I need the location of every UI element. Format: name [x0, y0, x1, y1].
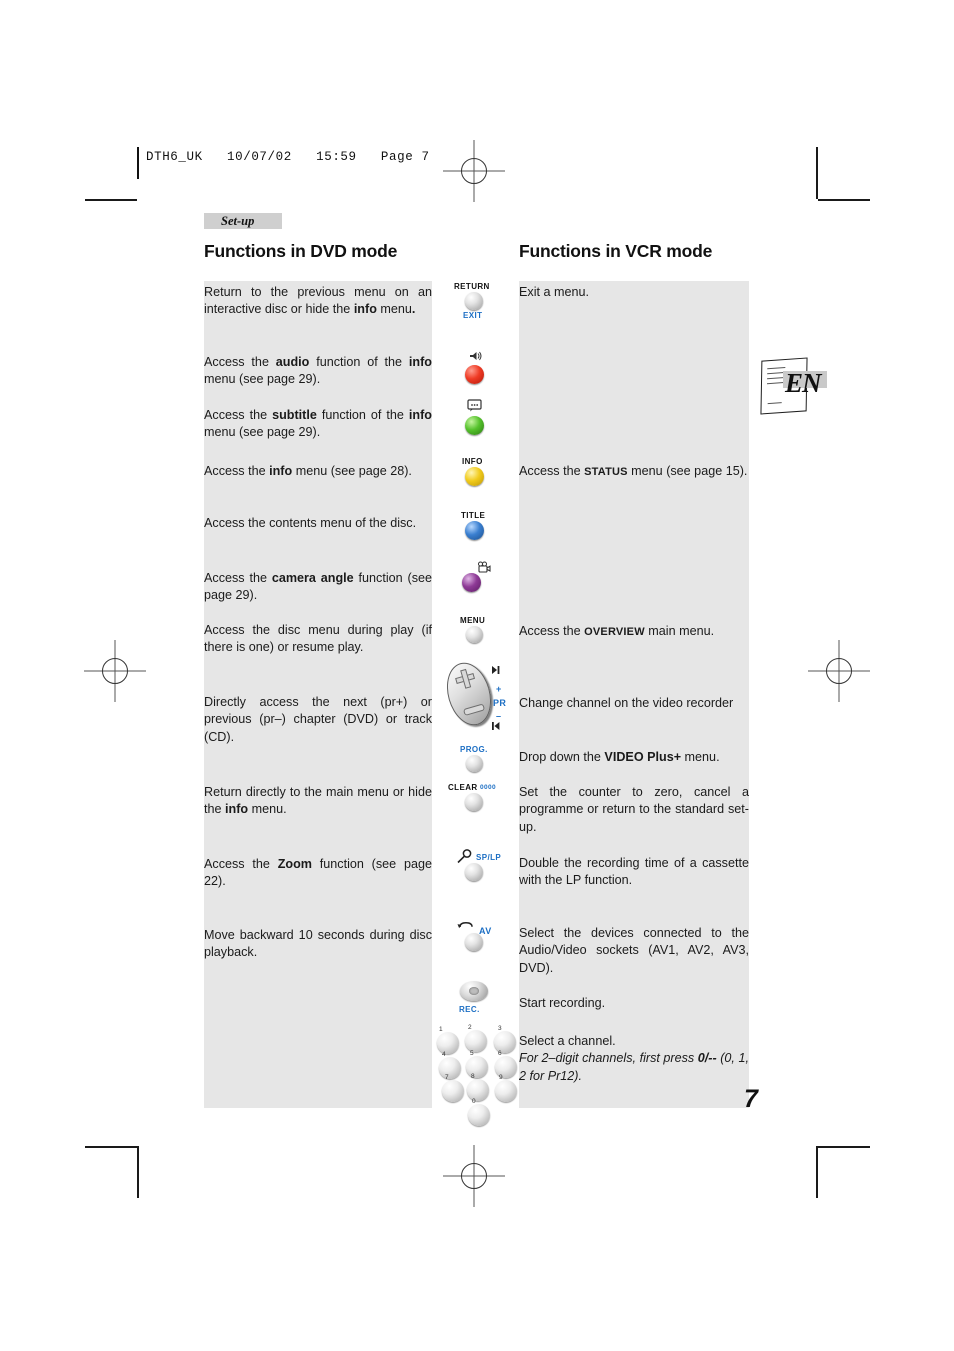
- skip-forward-icon: [492, 666, 500, 674]
- paragraph-dvd-angle: Access the camera angle function (see pa…: [204, 571, 432, 603]
- rec-button[interactable]: [460, 981, 488, 1001]
- paragraph-vcr-clear: Set the counter to zero, cancel a progra…: [519, 785, 749, 834]
- heading-dvd-mode: Functions in DVD mode: [204, 241, 398, 261]
- pr-minus-label: –: [496, 711, 502, 721]
- sp-lp-button[interactable]: [465, 863, 483, 881]
- key-label-1: 1: [439, 1026, 443, 1033]
- pr-rocker[interactable]: [439, 657, 499, 731]
- paragraph-dvd-info: Access the info menu (see page 28).: [204, 464, 412, 478]
- speaker-icon: [470, 351, 482, 361]
- clear-label: CLEAR: [448, 783, 478, 792]
- crop-mark-tr-h: [818, 199, 870, 201]
- registration-mark-top: [443, 140, 505, 202]
- paragraph-dvd-title: Access the contents menu of the disc.: [204, 516, 417, 530]
- menu-button[interactable]: [466, 626, 483, 643]
- paragraph-vcr-menu: Access the OVERVIEW main menu.: [519, 624, 715, 638]
- key-7[interactable]: [442, 1080, 464, 1102]
- slug-rule: [137, 147, 139, 179]
- return-exit-button[interactable]: [465, 292, 483, 310]
- camera-angle-icon: [478, 561, 491, 573]
- numeric-keypad: 1 2 3 4 5 6 7 8 9 0: [432, 1024, 520, 1136]
- camera-angle-button[interactable]: [462, 573, 481, 592]
- paragraph-vcr-exit: Exit a menu.: [519, 285, 589, 299]
- heading-vcr-mode: Functions in VCR mode: [519, 241, 713, 261]
- return-label: RETURN: [454, 282, 490, 291]
- remote-control-illustration: RETURN EXIT INFO TITLE MENU + PR – PROG.…: [432, 281, 520, 1141]
- prog-label: PROG.: [460, 745, 488, 754]
- key-9[interactable]: [495, 1080, 517, 1102]
- language-tab: EN: [757, 355, 829, 417]
- title-button[interactable]: [465, 521, 484, 540]
- key-1[interactable]: [437, 1032, 459, 1054]
- manual-page: DTH6_UK 10/07/02 15:59 Page 7 Set-up Fun…: [0, 0, 954, 1351]
- paragraph-vcr-status: Access the STATUS menu (see page 15).: [519, 464, 748, 478]
- paragraph-vcr-prog: Drop down the VIDEO Plus+ menu.: [519, 750, 720, 764]
- av-button[interactable]: [465, 933, 483, 951]
- slug-line: DTH6_UK 10/07/02 15:59 Page 7: [146, 150, 430, 164]
- crop-mark-br-h: [818, 1146, 870, 1148]
- page-number: 7: [744, 1085, 758, 1113]
- prog-button[interactable]: [466, 755, 483, 772]
- subtitle-button[interactable]: [465, 416, 484, 435]
- language-tab-label: EN: [785, 368, 822, 398]
- av-label: AV: [479, 926, 492, 936]
- subtitle-icon: [467, 399, 482, 412]
- key-8[interactable]: [467, 1079, 489, 1101]
- key-0[interactable]: [468, 1104, 490, 1126]
- crop-mark-tr-v: [816, 147, 818, 199]
- crop-mark-bl-v: [137, 1146, 139, 1198]
- paragraph-dvd-return: Return to the previous menu on an intera…: [204, 285, 432, 317]
- key-4[interactable]: [439, 1057, 461, 1079]
- registration-mark-left: [84, 640, 146, 702]
- skip-backward-icon: [492, 722, 500, 730]
- pr-label: PR: [493, 698, 507, 708]
- menu-label: MENU: [460, 616, 486, 625]
- paragraph-dvd-prog: Return directly to the main menu or hide…: [204, 785, 432, 817]
- paragraph-dvd-subtitle: Access the subtitle function of the info…: [204, 408, 432, 440]
- registration-mark-right: [808, 640, 870, 702]
- registration-mark-bottom: [443, 1145, 505, 1207]
- clear-zero-label: 0000: [480, 784, 497, 791]
- section-chip-label: Set-up: [221, 214, 255, 228]
- paragraph-vcr-keypad: Select a channel. For 2–digit channels, f…: [519, 1034, 749, 1083]
- key-5[interactable]: [466, 1056, 488, 1078]
- crop-mark-bl-h: [85, 1146, 137, 1148]
- paragraph-vcr-channel: Change channel on the video recorder: [519, 696, 734, 710]
- pr-plus-label: +: [496, 684, 502, 694]
- sp-lp-label: SP/LP: [476, 853, 502, 862]
- paragraph-vcr-rec: Start recording.: [519, 996, 606, 1010]
- paragraph-dvd-audio: Access the audio function of the info me…: [204, 355, 432, 387]
- crop-mark-tl-h: [85, 199, 137, 201]
- exit-label: EXIT: [463, 311, 483, 320]
- paragraph-dvd-skip: Directly access the next (pr+) or previo…: [204, 695, 432, 744]
- title-label: TITLE: [461, 511, 486, 520]
- audio-button[interactable]: [465, 365, 484, 384]
- paragraph-dvd-back10: Move backward 10 seconds during disc pla…: [204, 928, 432, 960]
- paragraph-dvd-zoom: Access the Zoom function (see page 22).: [204, 857, 432, 889]
- rec-label: REC.: [459, 1005, 480, 1014]
- paragraph-dvd-menu: Access the disc menu during play (if the…: [204, 623, 432, 655]
- crop-mark-br-v: [816, 1146, 818, 1198]
- info-label: INFO: [462, 457, 483, 466]
- paragraph-vcr-splp: Double the recording time of a cassette …: [519, 856, 749, 888]
- section-chip: Set-up: [204, 213, 282, 229]
- paragraph-vcr-av: Select the devices connected to the Audi…: [519, 926, 749, 975]
- clear-button[interactable]: [465, 793, 483, 811]
- key-2[interactable]: [465, 1030, 487, 1052]
- info-button[interactable]: [465, 467, 484, 486]
